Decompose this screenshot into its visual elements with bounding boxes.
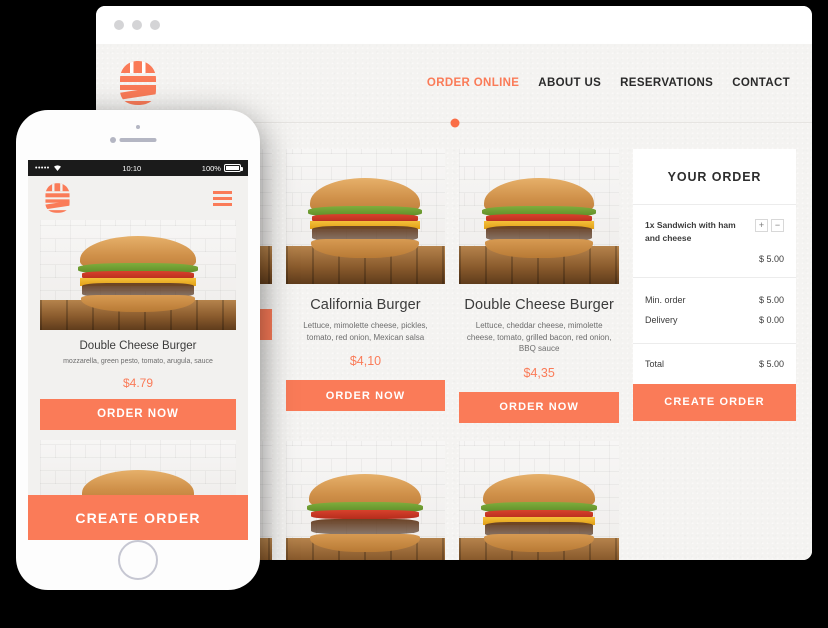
signal-dots-icon: ••••• <box>35 164 50 172</box>
burger-illustration <box>306 178 424 258</box>
screenshot-stage: ORDER ONLINE ABOUT US RESERVATIONS CONTA… <box>0 0 828 628</box>
front-camera-icon <box>110 137 116 143</box>
home-button[interactable] <box>118 540 158 580</box>
hamburger-menu-icon[interactable] <box>213 190 232 206</box>
order-summary-row: Delivery $ 0.00 <box>645 310 784 330</box>
quantity-stepper: + − <box>755 219 784 232</box>
carousel-indicator-dot[interactable] <box>450 118 460 127</box>
phone-screen: ••••• 10:10 100% Double Cheese Burger mo… <box>28 160 248 540</box>
min-order-value: $ 5.00 <box>758 294 784 305</box>
product-title: California Burger <box>310 297 421 313</box>
order-item-price: $ 5.00 <box>758 253 784 264</box>
product-image <box>40 220 236 330</box>
burger-illustration <box>76 236 200 312</box>
product-price: $4.79 <box>122 375 154 390</box>
product-description: mozzarella, green pesto, tomato, arugula… <box>63 358 213 365</box>
nav-link-reservations[interactable]: RESERVATIONS <box>620 77 713 89</box>
delivery-value: $ 0.00 <box>758 314 784 325</box>
wifi-icon <box>53 165 61 171</box>
product-title: Double Cheese Burger <box>79 340 197 352</box>
statusbar-time: 10:10 <box>122 163 142 173</box>
menu-card[interactable] <box>285 440 446 560</box>
order-summary-row: Min. order $ 5.00 <box>645 290 784 310</box>
order-now-button[interactable]: ORDER NOW <box>40 398 236 430</box>
browser-titlebar <box>96 6 812 44</box>
app-header <box>28 176 248 220</box>
increase-quantity-button[interactable]: + <box>755 219 768 232</box>
window-close-dot[interactable] <box>114 20 124 30</box>
main-navigation: ORDER ONLINE ABOUT US RESERVATIONS CONTA… <box>427 77 790 89</box>
nav-link-about-us[interactable]: ABOUT US <box>538 77 601 89</box>
menu-card[interactable]: Double Cheese Burger Lettuce, cheddar ch… <box>459 149 619 423</box>
phone-statusbar: ••••• 10:10 100% <box>28 160 248 176</box>
earpiece-speaker <box>119 138 157 142</box>
order-now-button[interactable]: ORDER NOW <box>285 380 446 412</box>
delivery-label: Delivery <box>645 314 678 325</box>
product-image <box>285 149 446 284</box>
window-maximize-dot[interactable] <box>150 20 160 30</box>
app-featured-card[interactable]: Double Cheese Burger mozzarella, green p… <box>28 220 248 430</box>
nav-link-order-online[interactable]: ORDER ONLINE <box>427 77 519 89</box>
battery-icon <box>223 164 243 172</box>
site-logo[interactable] <box>110 55 166 111</box>
product-price: $4,10 <box>349 354 382 369</box>
proximity-sensor-icon <box>136 125 140 129</box>
nav-link-contact[interactable]: CONTACT <box>732 77 790 89</box>
order-panel: YOUR ORDER 1x Sandwich with ham and chee… <box>633 149 796 421</box>
phone-top-bezel <box>16 110 260 160</box>
burger-logo-icon <box>120 61 156 105</box>
phone-mockup: ••••• 10:10 100% Double Cheese Burger mo… <box>16 110 260 590</box>
order-summary-rows: Min. order $ 5.00 Delivery $ 0.00 <box>633 278 796 344</box>
order-item-name: 1x Sandwich with ham and cheese <box>645 220 736 243</box>
create-order-button[interactable]: CREATE ORDER <box>28 495 248 540</box>
burger-illustration <box>305 473 425 552</box>
burger-illustration <box>480 178 598 258</box>
menu-card[interactable]: California Burger Lettuce, mimolette che… <box>285 149 446 423</box>
min-order-label: Min. order <box>645 294 686 305</box>
order-line-item: 1x Sandwich with ham and cheese + − $ 5.… <box>633 205 796 278</box>
statusbar-left: ••••• <box>35 164 62 172</box>
product-description: Lettuce, cheddar cheese, mimolette chees… <box>466 321 612 354</box>
total-label: Total <box>645 358 665 369</box>
product-description: Lettuce, mimolette cheese, pickles, toma… <box>303 321 428 342</box>
product-image <box>459 149 619 284</box>
battery-percent-label: 100% <box>201 163 221 173</box>
product-image <box>459 440 619 560</box>
burger-illustration <box>479 473 599 552</box>
burger-logo-icon[interactable] <box>44 182 71 214</box>
create-order-button[interactable]: CREATE ORDER <box>633 383 796 421</box>
product-price: $4,35 <box>523 365 555 380</box>
product-title: Double Cheese Burger <box>464 297 614 313</box>
menu-card[interactable] <box>459 440 619 560</box>
order-total-row: Total $ 5.00 <box>633 344 796 384</box>
window-minimize-dot[interactable] <box>132 20 142 30</box>
statusbar-right: 100% <box>201 163 243 173</box>
order-panel-heading: YOUR ORDER <box>633 149 796 205</box>
total-value: $ 5.00 <box>758 358 784 369</box>
product-image <box>285 440 446 560</box>
decrease-quantity-button[interactable]: − <box>771 219 784 232</box>
order-now-button[interactable]: ORDER NOW <box>459 391 619 423</box>
